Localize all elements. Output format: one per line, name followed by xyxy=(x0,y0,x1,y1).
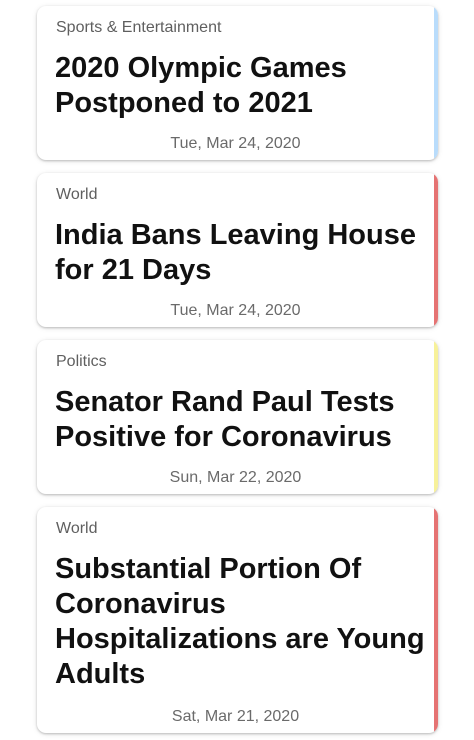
card-date: Sat, Mar 21, 2020 xyxy=(171,708,300,725)
category-color-bar xyxy=(434,340,438,494)
category-color-bar xyxy=(434,6,438,160)
news-card[interactable]: World Substantial Portion Of Coronavirus… xyxy=(37,507,438,733)
news-feed: Sports & Entertainment 2020 Olympic Game… xyxy=(0,0,474,740)
card-headline: Substantial Portion Of Coronavirus Hospi… xyxy=(55,553,425,690)
card-category: World xyxy=(56,186,98,203)
news-card[interactable]: Politics Senator Rand Paul Tests Positiv… xyxy=(37,340,438,494)
card-headline: Senator Rand Paul Tests Positive for Cor… xyxy=(55,386,395,453)
card-headline: India Bans Leaving House for 21 Days xyxy=(55,219,416,286)
category-color-bar xyxy=(434,173,438,327)
news-card[interactable]: World India Bans Leaving House for 21 Da… xyxy=(37,173,438,327)
card-category: World xyxy=(56,520,98,537)
card-date: Tue, Mar 24, 2020 xyxy=(170,135,301,152)
category-color-bar xyxy=(434,507,438,733)
card-date: Tue, Mar 24, 2020 xyxy=(170,302,301,319)
news-card[interactable]: Sports & Entertainment 2020 Olympic Game… xyxy=(37,6,438,160)
card-category: Politics xyxy=(56,353,107,370)
card-headline: 2020 Olympic Games Postponed to 2021 xyxy=(55,52,347,119)
card-category: Sports & Entertainment xyxy=(56,19,222,36)
card-date: Sun, Mar 22, 2020 xyxy=(169,469,302,486)
